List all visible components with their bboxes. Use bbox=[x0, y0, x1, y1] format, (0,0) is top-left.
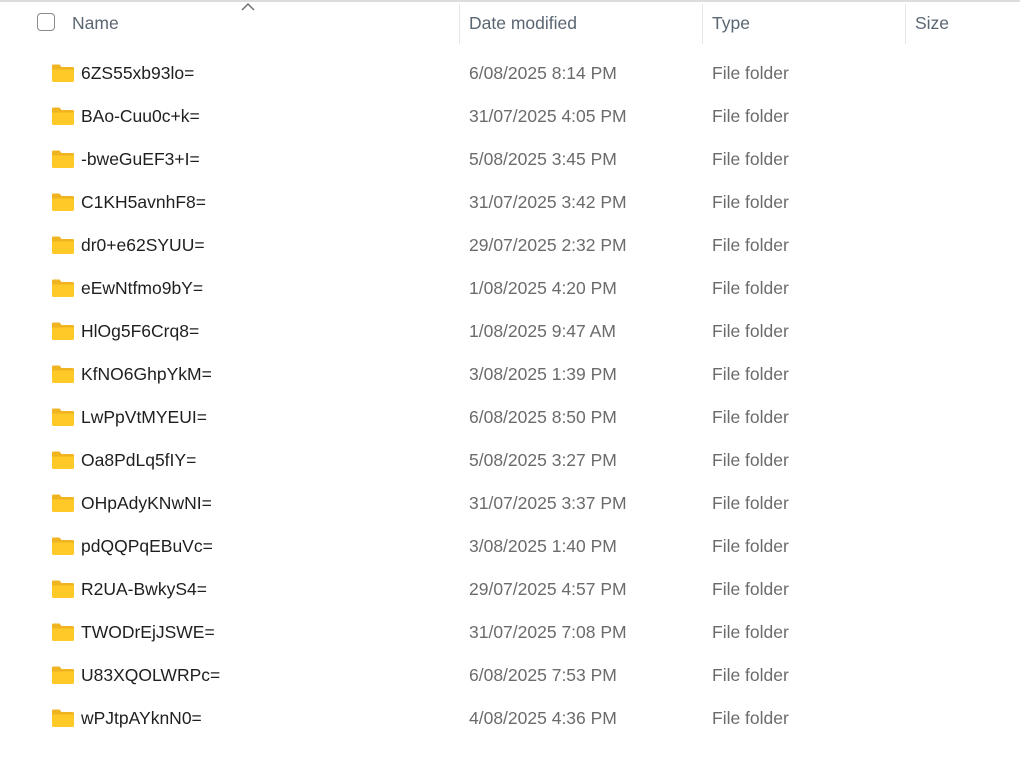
file-type: File folder bbox=[712, 622, 789, 642]
file-name: BAo-Cuu0c+k= bbox=[81, 106, 200, 126]
file-name: LwPpVtMYEUI= bbox=[81, 407, 207, 427]
folder-icon bbox=[52, 494, 74, 512]
file-type: File folder bbox=[712, 708, 789, 728]
folder-icon bbox=[52, 537, 74, 555]
file-date-modified: 29/07/2025 4:57 PM bbox=[469, 579, 627, 599]
folder-icon bbox=[52, 408, 74, 426]
file-date-modified: 5/08/2025 3:27 PM bbox=[469, 450, 617, 470]
column-header-bar: Name Date modified Type Size bbox=[0, 2, 1020, 44]
file-date-modified: 3/08/2025 1:40 PM bbox=[469, 536, 617, 556]
file-date-modified: 29/07/2025 2:32 PM bbox=[469, 235, 627, 255]
file-row[interactable]: -bweGuEF3+I= 5/08/2025 3:45 PM File folder bbox=[0, 138, 1020, 181]
file-date-modified: 6/08/2025 7:53 PM bbox=[469, 665, 617, 685]
file-date-modified: 31/07/2025 3:42 PM bbox=[469, 192, 627, 212]
file-name: -bweGuEF3+I= bbox=[81, 149, 200, 169]
file-type: File folder bbox=[712, 321, 789, 341]
file-name: C1KH5avnhF8= bbox=[81, 192, 207, 212]
file-row[interactable]: TWODrEjJSWE= 31/07/2025 7:08 PM File folde… bbox=[0, 611, 1020, 654]
file-type: File folder bbox=[712, 407, 789, 427]
file-type: File folder bbox=[712, 665, 789, 685]
file-date-modified: 3/08/2025 1:39 PM bbox=[469, 364, 617, 384]
file-row[interactable]: eEwNtfmo9bY= 1/08/2025 4:20 PM File folder bbox=[0, 267, 1020, 310]
file-name: pdQQPqEBuVc= bbox=[81, 536, 213, 556]
file-row[interactable]: dr0+e62SYUU= 29/07/2025 2:32 PM File folde… bbox=[0, 224, 1020, 267]
folder-icon bbox=[52, 64, 74, 82]
file-row[interactable]: pdQQPqEBuVc= 3/08/2025 1:40 PM File folder bbox=[0, 525, 1020, 568]
file-name: 6ZS55xb93lo= bbox=[81, 63, 195, 83]
folder-icon bbox=[52, 580, 74, 598]
file-date-modified: 1/08/2025 9:47 AM bbox=[469, 321, 616, 341]
column-divider[interactable] bbox=[459, 4, 460, 44]
file-name: wPJtpAYknN0= bbox=[81, 708, 202, 728]
file-type: File folder bbox=[712, 192, 789, 212]
file-row[interactable]: 6ZS55xb93lo= 6/08/2025 8:14 PM File folder bbox=[0, 52, 1020, 95]
folder-icon bbox=[52, 709, 74, 727]
file-date-modified: 31/07/2025 7:08 PM bbox=[469, 622, 627, 642]
folder-icon bbox=[52, 107, 74, 125]
file-type: File folder bbox=[712, 493, 789, 513]
select-all-checkbox[interactable] bbox=[37, 13, 55, 31]
column-divider[interactable] bbox=[905, 4, 906, 44]
column-header-date-modified[interactable]: Date modified bbox=[469, 2, 577, 44]
file-date-modified: 5/08/2025 3:45 PM bbox=[469, 149, 617, 169]
chevron-up-icon[interactable] bbox=[240, 2, 256, 12]
folder-icon bbox=[52, 150, 74, 168]
folder-icon bbox=[52, 279, 74, 297]
file-date-modified: 4/08/2025 4:36 PM bbox=[469, 708, 617, 728]
file-name: HlOg5F6Crq8= bbox=[81, 321, 200, 341]
folder-icon bbox=[52, 623, 74, 641]
file-name: OHpAdyKNwNI= bbox=[81, 493, 212, 513]
file-type: File folder bbox=[712, 149, 789, 169]
file-row[interactable]: C1KH5avnhF8= 31/07/2025 3:42 PM File folde… bbox=[0, 181, 1020, 224]
file-type: File folder bbox=[712, 536, 789, 556]
file-row[interactable]: U83XQOLWRPc= 6/08/2025 7:53 PM File folder bbox=[0, 654, 1020, 697]
file-explorer-details-view: Name Date modified Type Size 6ZS55xb93lo… bbox=[0, 0, 1020, 771]
file-date-modified: 6/08/2025 8:14 PM bbox=[469, 63, 617, 83]
file-name: TWODrEjJSWE= bbox=[81, 622, 215, 642]
file-type: File folder bbox=[712, 579, 789, 599]
file-row[interactable]: Oa8PdLq5fIY= 5/08/2025 3:27 PM File folder bbox=[0, 439, 1020, 482]
folder-icon bbox=[52, 322, 74, 340]
file-row[interactable]: BAo-Cuu0c+k= 31/07/2025 4:05 PM File folde… bbox=[0, 95, 1020, 138]
file-row[interactable]: OHpAdyKNwNI= 31/07/2025 3:37 PM File folde… bbox=[0, 482, 1020, 525]
file-row[interactable]: R2UA-BwkyS4= 29/07/2025 4:57 PM File folde… bbox=[0, 568, 1020, 611]
file-type: File folder bbox=[712, 364, 789, 384]
file-type: File folder bbox=[712, 106, 789, 126]
folder-icon bbox=[52, 365, 74, 383]
file-date-modified: 6/08/2025 8:50 PM bbox=[469, 407, 617, 427]
file-type: File folder bbox=[712, 450, 789, 470]
file-name: dr0+e62SYUU= bbox=[81, 235, 205, 255]
column-divider[interactable] bbox=[702, 4, 703, 44]
folder-icon bbox=[52, 451, 74, 469]
file-date-modified: 31/07/2025 4:05 PM bbox=[469, 106, 627, 126]
file-date-modified: 1/08/2025 4:20 PM bbox=[469, 278, 617, 298]
folder-icon bbox=[52, 236, 74, 254]
folder-icon bbox=[52, 193, 74, 211]
file-name: Oa8PdLq5fIY= bbox=[81, 450, 197, 470]
file-list: 6ZS55xb93lo= 6/08/2025 8:14 PM File folder… bbox=[0, 52, 1020, 740]
file-type: File folder bbox=[712, 63, 789, 83]
file-name: R2UA-BwkyS4= bbox=[81, 579, 207, 599]
file-name: U83XQOLWRPc= bbox=[81, 665, 221, 685]
file-name: KfNO6GhpYkM= bbox=[81, 364, 212, 384]
file-type: File folder bbox=[712, 235, 789, 255]
file-type: File folder bbox=[712, 278, 789, 298]
file-row[interactable]: HlOg5F6Crq8= 1/08/2025 9:47 AM File folder bbox=[0, 310, 1020, 353]
file-date-modified: 31/07/2025 3:37 PM bbox=[469, 493, 627, 513]
column-header-size[interactable]: Size bbox=[915, 2, 949, 44]
column-header-name[interactable]: Name bbox=[72, 2, 119, 44]
column-header-type[interactable]: Type bbox=[712, 2, 750, 44]
file-row[interactable]: wPJtpAYknN0= 4/08/2025 4:36 PM File folder bbox=[0, 697, 1020, 740]
file-row[interactable]: KfNO6GhpYkM= 3/08/2025 1:39 PM File folder bbox=[0, 353, 1020, 396]
folder-icon bbox=[52, 666, 74, 684]
file-name: eEwNtfmo9bY= bbox=[81, 278, 204, 298]
file-row[interactable]: LwPpVtMYEUI= 6/08/2025 8:50 PM File folder bbox=[0, 396, 1020, 439]
